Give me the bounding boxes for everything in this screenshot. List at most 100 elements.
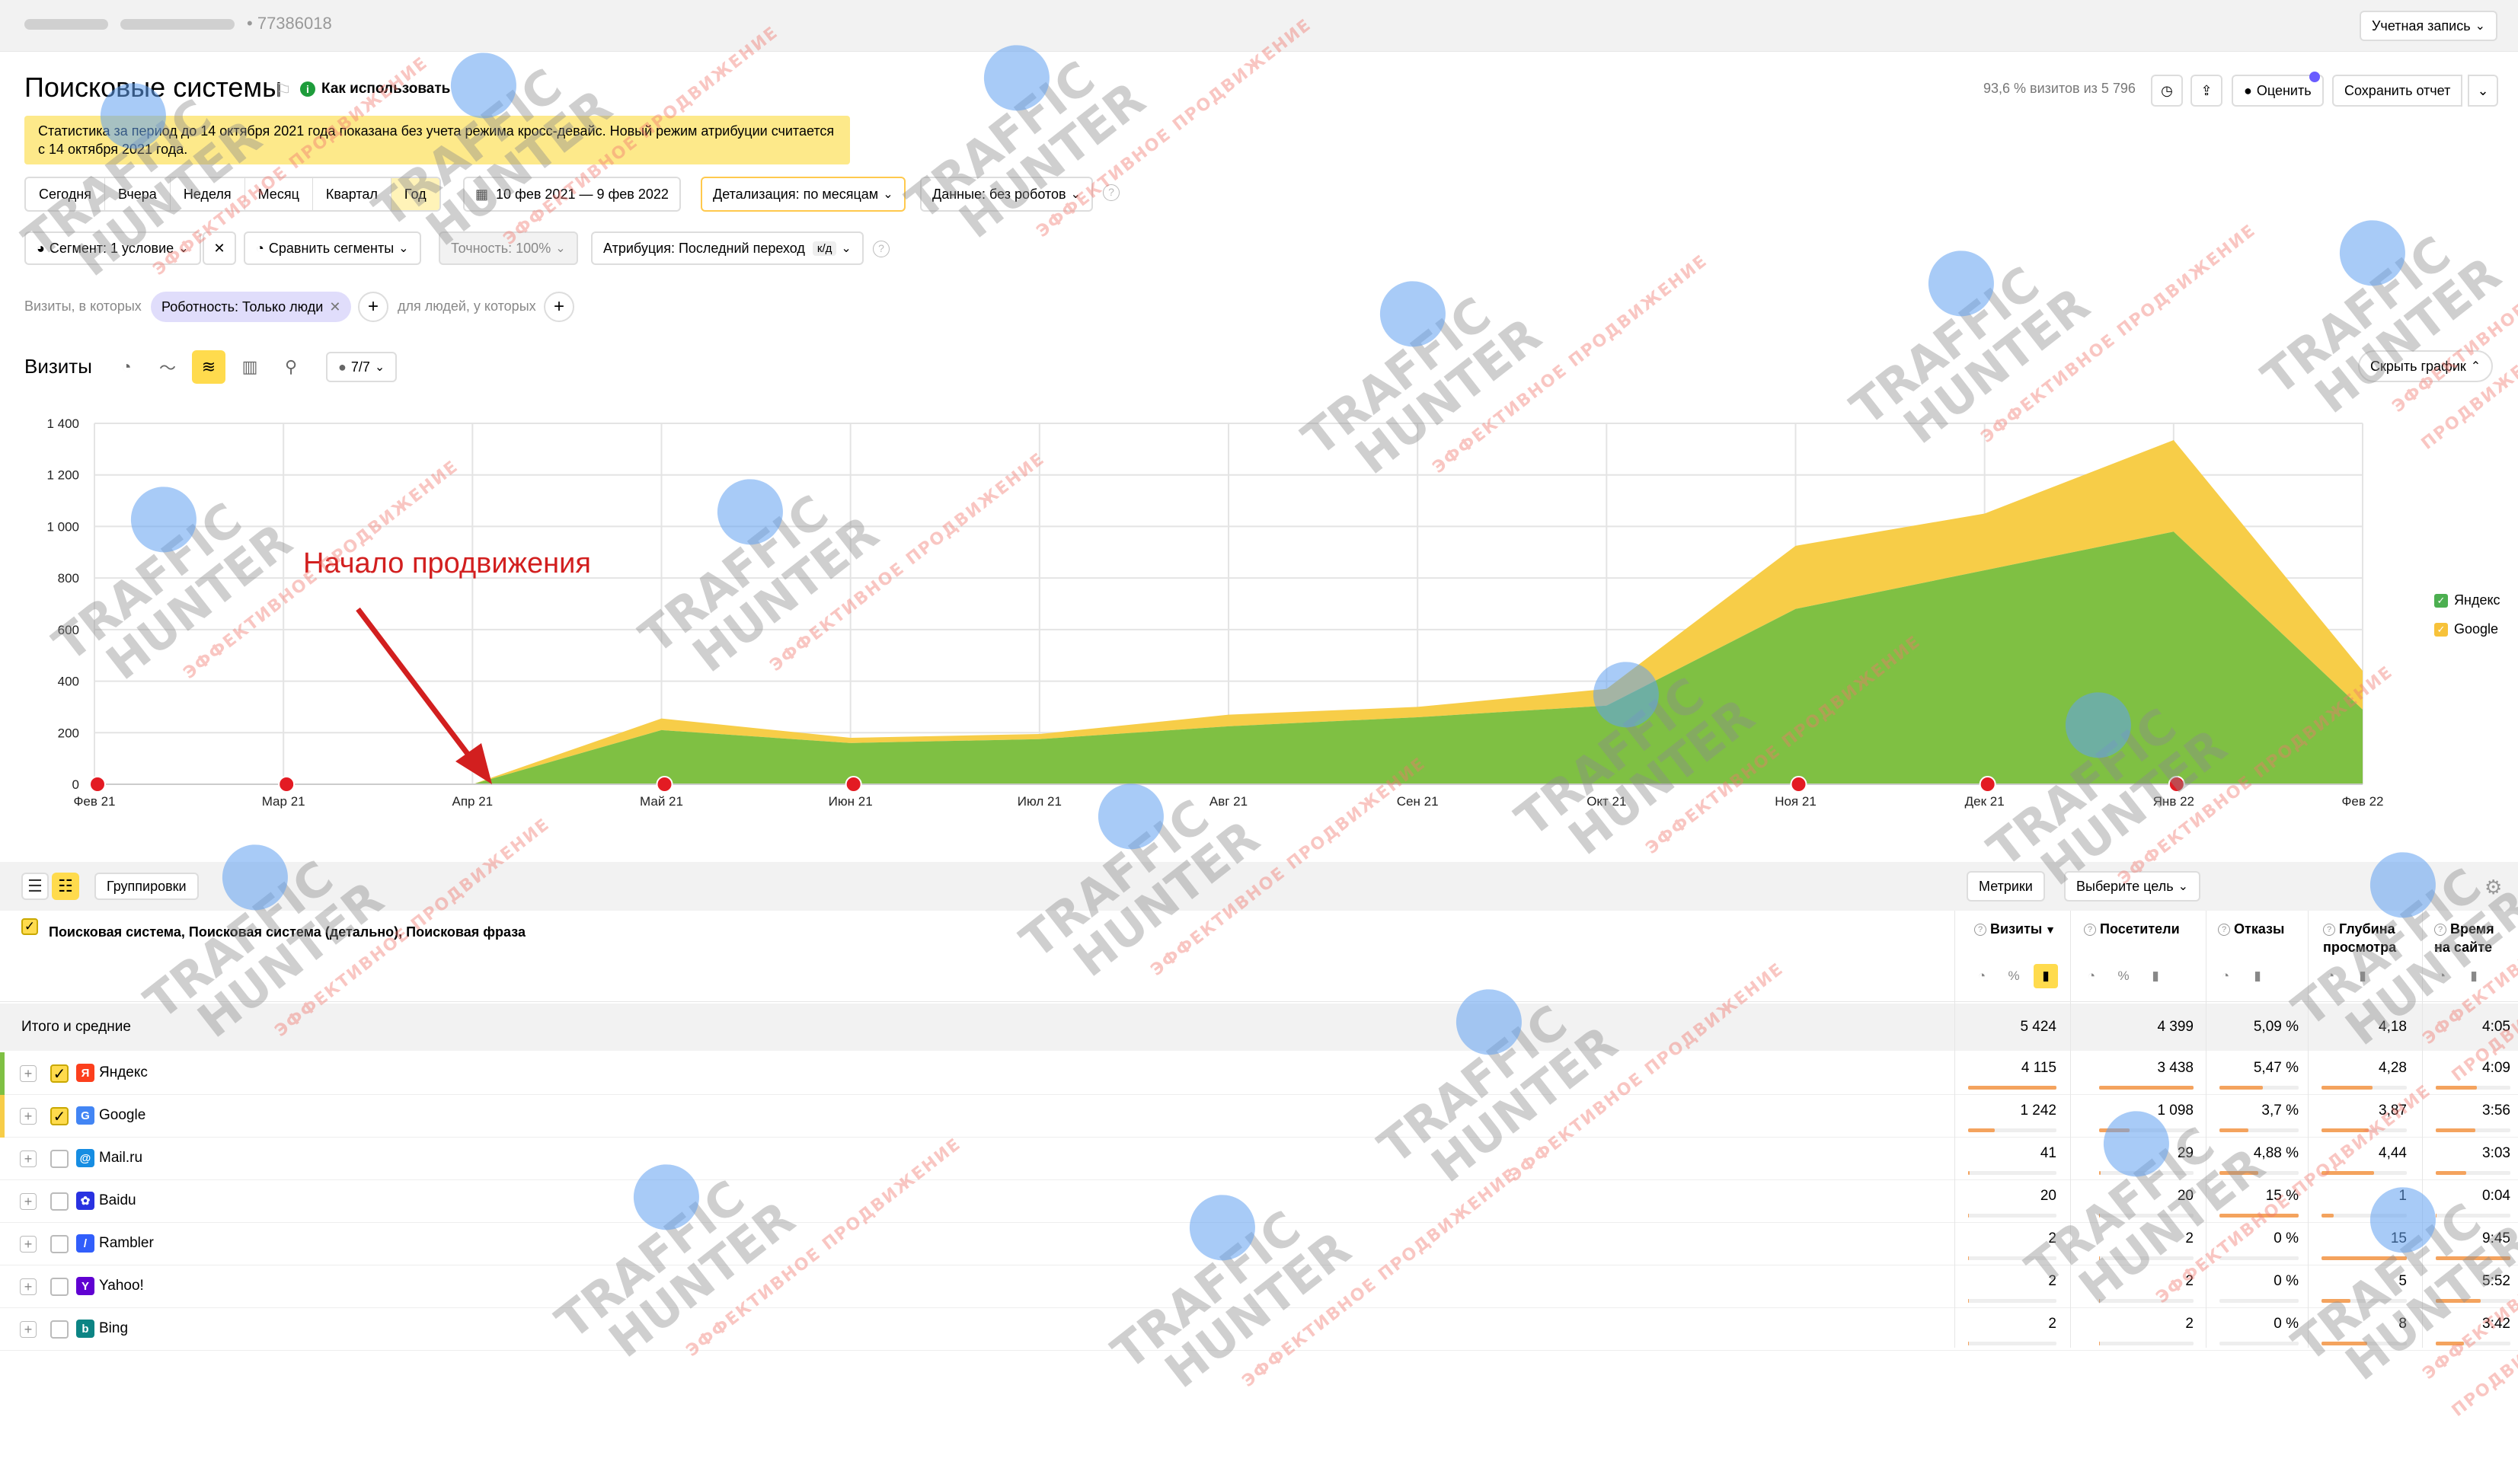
row-checkbox[interactable] (50, 1150, 69, 1168)
bar-chart-icon[interactable]: ▥ (233, 350, 267, 384)
table-row[interactable]: +✿Baidu202015 %10:04 (0, 1180, 2518, 1223)
row-checkbox[interactable] (50, 1278, 69, 1296)
help-icon[interactable]: ? (2218, 924, 2230, 936)
pie-icon[interactable]: ◔ (2430, 964, 2454, 988)
row-checkbox[interactable] (50, 1320, 69, 1339)
table-row[interactable]: +@Mail.ru41294,88 %4,443:03 (0, 1138, 2518, 1180)
column-header[interactable]: ?Времяна сайте (2434, 920, 2494, 956)
add-people-filter-button[interactable]: + (544, 292, 574, 322)
history-button[interactable]: ◷ (2151, 75, 2183, 107)
row-label[interactable]: Яндекс (99, 1064, 148, 1081)
howto-link[interactable]: iКак использовать (300, 81, 450, 97)
row-checkbox[interactable] (50, 1192, 69, 1211)
area-chart-icon[interactable]: ≋ (192, 350, 225, 384)
expand-icon[interactable]: + (20, 1278, 37, 1295)
bar-icon[interactable]: ▮ (2350, 964, 2375, 988)
pie-icon[interactable]: ◔ (2079, 964, 2104, 988)
pie-icon[interactable]: ◔ (2213, 964, 2238, 988)
help-icon[interactable]: ? (873, 241, 890, 257)
row-label[interactable]: Bing (99, 1320, 128, 1337)
pie-icon[interactable]: ◔ (2318, 964, 2343, 988)
column-header[interactable]: ?Глубинапросмотра (2323, 920, 2396, 956)
gear-icon[interactable]: ⚙ (2484, 876, 2502, 899)
period-2[interactable]: Неделя (171, 178, 245, 210)
period-4[interactable]: Квартал (313, 178, 391, 210)
column-header[interactable]: ?Посетители (2084, 920, 2180, 938)
period-3[interactable]: Месяц (245, 178, 313, 210)
hide-chart-button[interactable]: Скрыть график⌃ (2358, 350, 2493, 382)
help-icon[interactable]: ? (2434, 924, 2446, 936)
row-label[interactable]: Yahoo! (99, 1278, 144, 1294)
goal-dropdown[interactable]: Выберите цель⌄ (2064, 871, 2200, 902)
compare-segments-dropdown[interactable]: ◔Сравнить сегменты⌄ (244, 231, 421, 265)
account-button[interactable]: Учетная запись⌄ (2360, 11, 2497, 41)
accuracy-dropdown[interactable]: Точность: 100%⌄ (439, 231, 578, 265)
table-row[interactable]: +bBing220 %83:42 (0, 1308, 2518, 1351)
row-label[interactable]: Rambler (99, 1235, 154, 1252)
groupings-button[interactable]: Группировки (94, 873, 199, 900)
legend-item-yandex[interactable]: ✓Яндекс (2434, 592, 2500, 608)
legend-item-google[interactable]: ✓Google (2434, 621, 2498, 637)
help-icon[interactable]: ? (1103, 184, 1120, 201)
row-checkbox[interactable]: ✓ (50, 1107, 69, 1125)
list-view-icon[interactable]: ☰ (21, 873, 49, 900)
save-report-button[interactable]: Сохранить отчет (2332, 75, 2462, 107)
row-label[interactable]: Google (99, 1107, 145, 1124)
date-range-picker[interactable]: ▦10 фев 2021 — 9 фев 2022 (463, 177, 681, 212)
expand-icon[interactable]: + (20, 1193, 37, 1210)
attribution-dropdown[interactable]: Атрибуция: Последний переходк/д⌄ (591, 231, 864, 265)
series-selector[interactable]: ●7/7⌄ (326, 352, 397, 382)
filter-chip[interactable]: Роботность: Только люди✕ (151, 292, 351, 322)
percent-icon[interactable]: % (2111, 964, 2136, 988)
clear-segment-button[interactable]: ✕ (203, 231, 236, 265)
expand-icon[interactable]: + (20, 1065, 37, 1082)
expand-icon[interactable]: + (20, 1150, 37, 1167)
expand-icon[interactable]: + (20, 1321, 37, 1338)
column-header[interactable]: ?Визиты ▼ (1974, 920, 2056, 939)
row-checkbox[interactable] (50, 1235, 69, 1253)
tree-view-icon[interactable]: ☷ (52, 873, 79, 900)
data-filter-dropdown[interactable]: Данные: без роботов⌄ (920, 177, 1093, 212)
rambler-logo-icon: / (76, 1234, 94, 1253)
bar-icon[interactable]: ▮ (2245, 964, 2270, 988)
segment-dropdown[interactable]: ◕Сегмент: 1 условие⌄ (24, 231, 201, 265)
period-1[interactable]: Вчера (105, 178, 171, 210)
bar-icon[interactable]: ▮ (2143, 964, 2168, 988)
detail-dropdown[interactable]: Детализация: по месяцам⌄ (701, 177, 906, 212)
pie-icon[interactable]: ◔ (1970, 964, 1994, 988)
percent-icon[interactable]: % (2002, 964, 2026, 988)
breadcrumb[interactable]: • 77386018 (24, 14, 332, 34)
add-filter-button[interactable]: + (358, 292, 388, 322)
bar-icon[interactable]: ▮ (2462, 964, 2486, 988)
expand-icon[interactable]: + (20, 1108, 37, 1125)
row-label[interactable]: Mail.ru (99, 1150, 142, 1166)
bookmark-icon[interactable]: ⚐ (274, 79, 292, 103)
map-icon[interactable]: ⚲ (274, 350, 308, 384)
table-row[interactable]: +YYahoo!220 %55:52 (0, 1265, 2518, 1308)
y-tick-label: 200 (58, 726, 79, 740)
save-options-button[interactable]: ⌄ (2468, 75, 2498, 107)
close-icon[interactable]: ✕ (329, 299, 340, 315)
pie-chart-icon[interactable]: ◔ (110, 350, 143, 384)
row-checkbox[interactable]: ✓ (50, 1064, 69, 1083)
period-5[interactable]: Год (391, 178, 439, 210)
table-row[interactable]: +/Rambler220 %159:45 (0, 1223, 2518, 1265)
expand-icon[interactable]: + (20, 1236, 37, 1253)
metrics-button[interactable]: Метрики (1967, 871, 2045, 902)
help-icon[interactable]: ? (2084, 924, 2096, 936)
dimension-header[interactable]: Поисковая система, Поисковая система (де… (49, 923, 526, 941)
table-row[interactable]: +✓GGoogle1 2421 0983,7 %3,873:56 (0, 1095, 2518, 1138)
help-icon[interactable]: ? (1974, 924, 1986, 936)
period-0[interactable]: Сегодня (26, 178, 105, 210)
cell-bar-track (1968, 1214, 2056, 1218)
sort-desc-icon[interactable]: ▼ (2042, 924, 2056, 936)
bar-icon[interactable]: ▮ (2034, 964, 2058, 988)
row-label[interactable]: Baidu (99, 1192, 136, 1209)
column-header[interactable]: ?Отказы (2218, 920, 2284, 938)
export-button[interactable]: ⇪ (2190, 75, 2222, 107)
table-row[interactable]: +✓ЯЯндекс4 1153 4385,47 %4,284:09 (0, 1052, 2518, 1095)
line-chart-icon[interactable]: 〜 (151, 350, 184, 384)
select-all-checkbox[interactable]: ✓ (21, 918, 38, 935)
cell-value: 41 (1980, 1145, 2056, 1162)
help-icon[interactable]: ? (2323, 924, 2335, 936)
